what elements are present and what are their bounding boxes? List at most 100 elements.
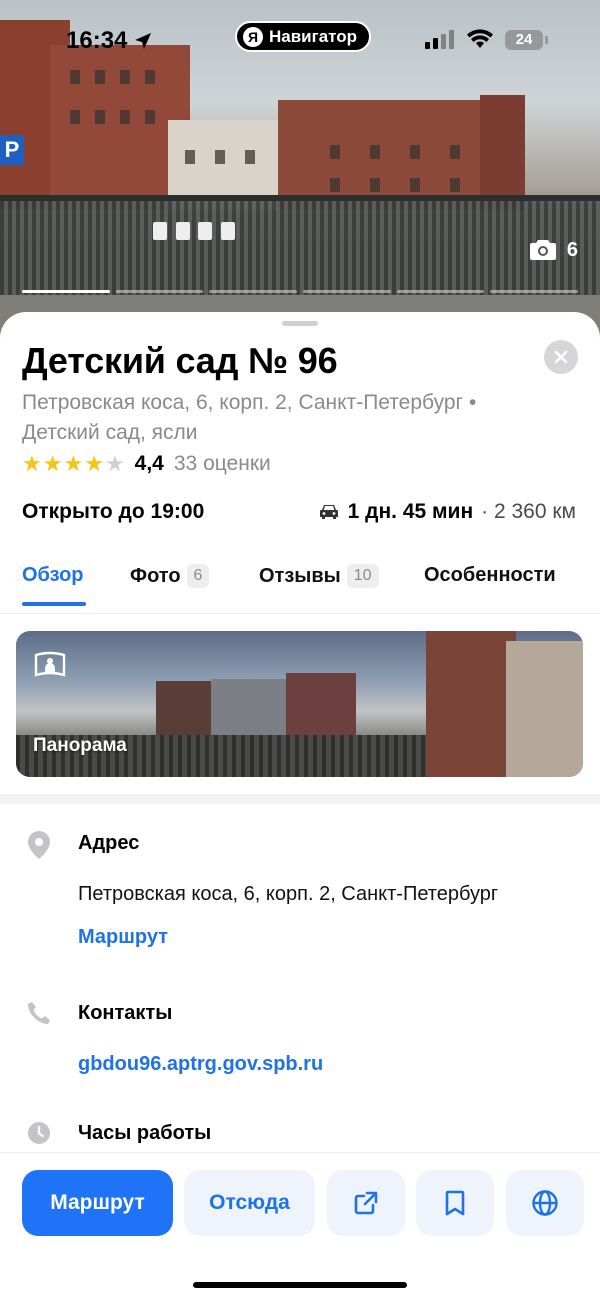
from-here-button[interactable]: Отсюда	[184, 1170, 315, 1236]
wifi-icon	[467, 29, 493, 48]
clock-icon	[28, 1122, 50, 1144]
panorama-label: Панорама	[33, 735, 127, 756]
travel-info[interactable]: 1 дн. 45 мин · 2 360 км	[318, 500, 576, 524]
photo-count-value: 6	[566, 238, 578, 261]
car-icon	[319, 505, 338, 519]
tab-features[interactable]: Особенности	[424, 564, 556, 587]
panorama-card[interactable]: Панорама	[16, 631, 583, 777]
photo-window	[330, 145, 340, 159]
tab-bar: Обзор Фото 6 Отзывы 10 Особенности	[0, 558, 600, 614]
tab-badge: 6	[186, 564, 210, 588]
photo-fence	[0, 195, 600, 305]
photo-window	[450, 178, 460, 192]
photo-progress-segment	[490, 290, 578, 293]
photo-window	[145, 110, 155, 124]
photo-window	[215, 150, 225, 164]
status-time-value: 16:34	[66, 27, 128, 54]
bookmark-icon	[445, 1190, 465, 1216]
star-icon: ★	[63, 451, 84, 476]
bookmark-button[interactable]	[416, 1170, 494, 1236]
photo-progress-segment	[396, 290, 485, 293]
place-title: Детский сад № 96	[22, 340, 338, 381]
photo-window	[410, 145, 420, 159]
route-button[interactable]: Маршрут	[22, 1170, 173, 1236]
prohibition-sign	[153, 222, 167, 240]
open-hours[interactable]: Открыто до 19:00	[22, 500, 204, 524]
status-bar: 16:34 Я Навигатор 24	[0, 0, 600, 80]
photo-window	[410, 178, 420, 192]
home-indicator[interactable]	[193, 1282, 407, 1288]
place-subtitle: Петровская коса, 6, корп. 2, Санкт-Петер…	[22, 391, 477, 444]
panorama-building	[426, 631, 516, 777]
photo-window	[370, 145, 380, 159]
status-time: 16:34	[66, 27, 153, 55]
tab-overview[interactable]: Обзор	[22, 564, 84, 587]
photo-building	[480, 95, 525, 210]
photo-fence-rail	[0, 195, 600, 201]
travel-distance: · 2 360 км	[481, 500, 576, 523]
photo-progress-segment	[303, 290, 391, 293]
navigator-app-pill[interactable]: Я Навигатор	[235, 21, 372, 52]
sheet-grabber[interactable]	[282, 321, 318, 326]
tab-label: Отзывы	[259, 564, 341, 587]
yandex-logo: Я	[243, 26, 263, 47]
star-icon: ★	[84, 451, 104, 476]
prohibition-sign	[198, 222, 212, 240]
tab-label: Особенности	[424, 564, 556, 586]
tab-reviews[interactable]: Отзывы 10	[259, 564, 379, 588]
photo-count[interactable]: 6	[529, 238, 578, 262]
travel-time: 1 дн. 45 мин	[347, 500, 474, 523]
signal-icon	[425, 30, 454, 49]
close-button[interactable]	[544, 340, 578, 374]
tab-label: Обзор	[22, 564, 84, 586]
location-pin-icon	[28, 831, 50, 859]
address-value[interactable]: Петровская коса, 6, корп. 2, Санкт-Петер…	[78, 883, 498, 906]
battery-indicator: 24	[505, 30, 548, 50]
star-icon: ★	[42, 451, 63, 476]
navigator-app-label: Навигатор	[269, 26, 358, 46]
tab-photos[interactable]: Фото 6	[130, 564, 210, 588]
photo-window	[70, 110, 80, 124]
globe-icon	[532, 1190, 558, 1216]
photo-window	[120, 110, 130, 124]
photo-window	[185, 150, 195, 164]
share-icon	[354, 1191, 378, 1215]
panorama-building	[156, 681, 216, 741]
website-button[interactable]	[506, 1170, 584, 1236]
tab-label: Фото	[130, 564, 181, 587]
panorama-building	[506, 641, 583, 777]
parking-sign: P	[0, 135, 24, 165]
photo-window	[370, 178, 380, 192]
panorama-icon	[34, 651, 66, 677]
photo-progress-segment	[22, 290, 110, 293]
tab-badge: 10	[346, 564, 379, 588]
share-button[interactable]	[327, 1170, 405, 1236]
photo-progress-segment	[209, 290, 297, 293]
action-bar: Маршрут Отсюда	[0, 1152, 600, 1300]
address-label: Адрес	[78, 832, 140, 854]
address-route-link[interactable]: Маршрут	[78, 926, 168, 949]
photo-window	[245, 150, 255, 164]
photo-progress-segment	[115, 290, 204, 293]
close-icon	[554, 350, 568, 364]
photo-window	[330, 178, 340, 192]
hours-label[interactable]: Часы работы	[78, 1122, 211, 1145]
rating-count: 33 оценки	[173, 452, 271, 475]
rating-value: 4,4	[134, 452, 164, 475]
prohibition-sign	[176, 222, 190, 240]
rating-stars: ★ ★ ★ ★ ★	[22, 453, 125, 475]
active-tab-indicator	[22, 602, 86, 606]
star-icon: ★	[104, 451, 125, 476]
photo-window	[450, 145, 460, 159]
contacts-label: Контакты	[78, 1002, 173, 1024]
star-icon: ★	[22, 451, 42, 476]
section-divider	[0, 794, 600, 804]
prohibition-sign	[221, 222, 235, 240]
navigation-arrow-icon	[135, 33, 152, 49]
panorama-building	[286, 673, 356, 741]
phone-icon	[28, 1002, 50, 1024]
website-link[interactable]: gbdou96.aptrg.gov.spb.ru	[78, 1053, 323, 1076]
camera-icon	[529, 240, 556, 260]
photo-window	[95, 110, 105, 124]
rating-row[interactable]: ★ ★ ★ ★ ★ 4,4 33 оценки	[22, 452, 271, 476]
